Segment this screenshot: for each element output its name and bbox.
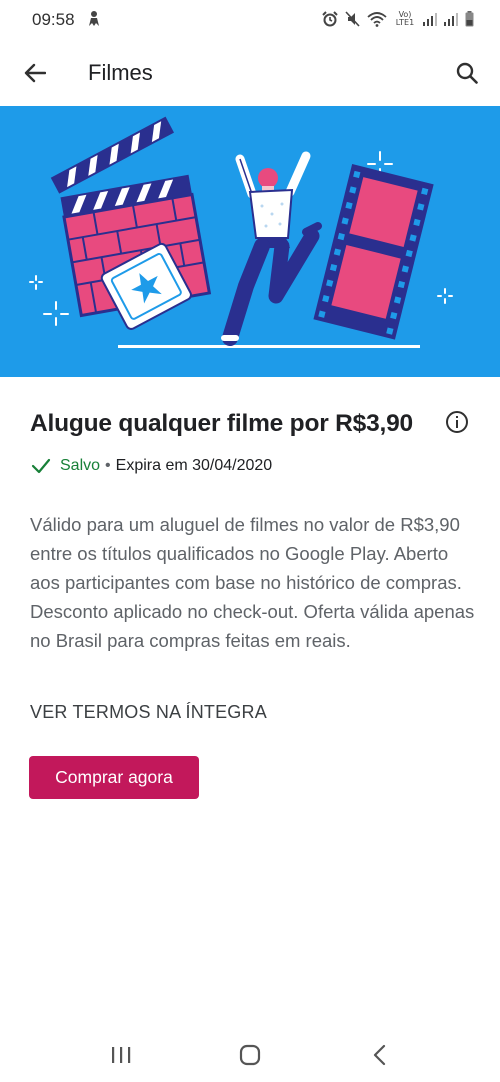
status-bar: 09:58 Vo) LTE1 (0, 0, 500, 40)
home-icon[interactable] (238, 1043, 262, 1067)
offer-description: Válido para um aluguel de filmes no valo… (30, 514, 475, 651)
mute-icon (345, 11, 360, 27)
film-strip-icon (313, 164, 434, 340)
notification-icon (89, 11, 99, 26)
system-nav-bar (0, 1030, 500, 1082)
buy-now-button[interactable]: Comprar agora (29, 756, 199, 799)
check-icon (31, 458, 51, 474)
separator: • (105, 457, 111, 474)
status-icons: Vo) LTE1 (322, 9, 474, 29)
back-button[interactable] (18, 56, 52, 90)
recent-apps-icon[interactable] (109, 1044, 133, 1066)
alarm-icon (322, 11, 338, 27)
status-time: 09:58 (32, 10, 75, 29)
info-button[interactable] (443, 408, 471, 436)
info-icon (446, 411, 468, 433)
offer-status: Salvo • Expira em 30/04/2020 (30, 455, 272, 477)
promo-banner (0, 106, 500, 377)
signal-icon (423, 13, 437, 26)
wifi-icon (367, 12, 387, 27)
battery-icon (465, 11, 474, 27)
arrow-back-icon (24, 63, 46, 83)
saved-label: Salvo (60, 457, 101, 474)
back-nav-icon[interactable] (370, 1043, 390, 1067)
movies-illustration (29, 116, 453, 348)
offer-title: Alugue qualquer filme por R$3,90 (30, 410, 413, 437)
app-bar: Filmes (0, 40, 500, 106)
expiry-date: Expira em 30/04/2020 (115, 457, 273, 474)
floor-line (118, 345, 420, 348)
signal-icon-2 (444, 13, 458, 26)
search-button[interactable] (450, 56, 484, 90)
full-terms-link[interactable]: VER TERMOS NA ÍNTEGRA (30, 702, 267, 723)
search-icon (456, 62, 478, 84)
page-title: Filmes (88, 60, 153, 85)
network-label: Vo) LTE1 (395, 10, 415, 27)
dancing-person (221, 151, 322, 346)
